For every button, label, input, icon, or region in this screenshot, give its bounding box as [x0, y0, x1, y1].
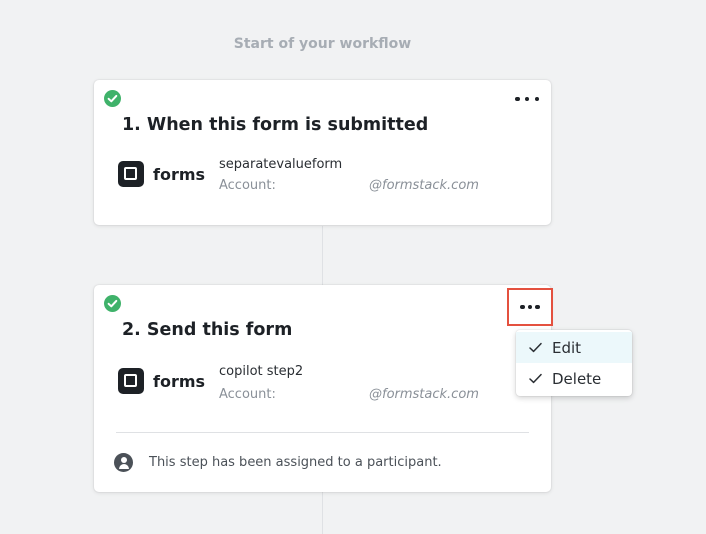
step-1-more-options-button[interactable] — [515, 91, 539, 107]
check-icon — [529, 342, 542, 353]
check-circle-icon — [104, 295, 121, 312]
more-dot-icon — [515, 96, 520, 102]
check-icon — [529, 373, 542, 384]
person-icon — [114, 453, 133, 472]
more-dot-icon — [520, 304, 525, 310]
step-2-account-value: @formstack.com — [369, 387, 479, 402]
step-2-title: 2. Send this form — [122, 320, 293, 340]
more-dot-icon — [524, 96, 530, 102]
formstack-forms-icon — [118, 368, 144, 394]
step-1-account-value: @formstack.com — [369, 178, 479, 193]
workflow-start-label: Start of your workflow — [233, 36, 412, 52]
participant-note-text: This step has been assigned to a partici… — [149, 455, 442, 470]
menu-item-delete[interactable]: Delete — [516, 363, 632, 394]
step-1-form-name: separatevalueform — [219, 157, 343, 172]
menu-item-edit-label: Edit — [552, 338, 582, 357]
step-2-more-options-button[interactable] — [507, 288, 553, 326]
more-dot-icon — [534, 96, 539, 102]
step-card-1[interactable]: 1. When this form is submitted forms sep… — [94, 80, 551, 225]
formstack-forms-icon — [118, 161, 144, 187]
step-2-app-name: forms — [153, 371, 206, 391]
step-2-app: forms — [118, 368, 205, 394]
more-dot-icon — [535, 304, 540, 310]
more-dot-icon — [527, 304, 533, 310]
step-2-form-name: copilot step2 — [219, 364, 304, 379]
step-1-app-name: forms — [153, 164, 206, 184]
step-1-title: 1. When this form is submitted — [122, 115, 429, 135]
step-2-divider — [116, 432, 529, 433]
step-1-app: forms — [118, 161, 205, 187]
step-options-menu: Edit Delete — [516, 330, 632, 396]
check-circle-icon — [104, 90, 121, 107]
menu-item-delete-label: Delete — [552, 369, 602, 388]
participant-note: This step has been assigned to a partici… — [114, 453, 442, 472]
step-2-account-label: Account: — [219, 387, 276, 402]
step-card-2[interactable]: 2. Send this form forms copilot step2 Ac… — [94, 285, 553, 492]
step-1-account-label: Account: — [219, 178, 276, 193]
menu-item-edit[interactable]: Edit — [516, 332, 632, 363]
